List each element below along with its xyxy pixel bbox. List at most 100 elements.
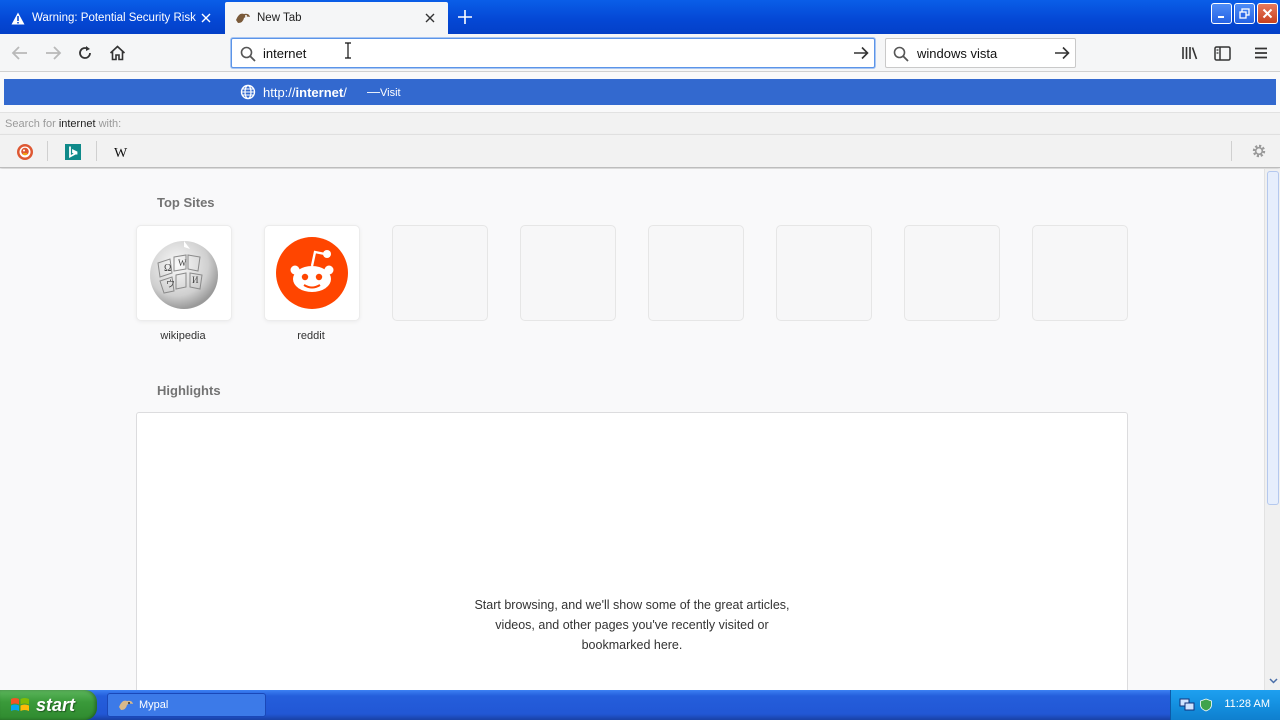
engine-separator: [47, 141, 48, 161]
forward-arrow-icon: [46, 46, 62, 60]
svg-text:Ω: Ω: [164, 263, 171, 274]
search-icon: [893, 46, 909, 65]
top-site-label: reddit: [297, 330, 325, 342]
engine-separator: [1231, 141, 1232, 161]
search-with-label: Search for internet with:: [0, 112, 1280, 134]
windows-logo-icon: [11, 698, 29, 711]
search-term: internet: [58, 118, 96, 130]
system-tray: 11:28 AM: [1170, 690, 1280, 720]
top-site-empty-slot[interactable]: [776, 225, 872, 321]
reload-icon: [79, 46, 91, 59]
tab-strip: Warning: Potential Security Risk A New T…: [0, 0, 1280, 34]
new-tab-button[interactable]: [454, 6, 476, 28]
security-shield-icon[interactable]: [1199, 698, 1213, 712]
one-off-search-engines: W: [0, 134, 1280, 168]
search-input-value[interactable]: windows vista: [917, 46, 997, 61]
top-site-empty-slot[interactable]: [1032, 225, 1128, 321]
highlights-empty-state: Start browsing, and we'll show some of t…: [136, 412, 1128, 690]
search-settings-gear-icon[interactable]: [1250, 142, 1268, 163]
minimize-icon: [1217, 15, 1224, 18]
sidebar-icon: [1213, 45, 1231, 61]
svg-text:W: W: [178, 258, 187, 268]
mypal-icon: [235, 10, 251, 26]
search-go-arrow-icon[interactable]: [1053, 44, 1071, 65]
scroll-down-button[interactable]: [1266, 674, 1280, 688]
go-arrow-icon[interactable]: [852, 44, 870, 65]
home-button[interactable]: [104, 40, 130, 66]
highlights-message: Start browsing, and we'll show some of t…: [137, 595, 1127, 655]
top-site-tile-reddit[interactable]: [264, 225, 360, 321]
back-arrow-icon: [11, 46, 27, 60]
separator-dash: —: [367, 84, 380, 99]
taskbar-clock: 11:28 AM: [1224, 698, 1270, 710]
restore-button[interactable]: [1234, 3, 1255, 24]
search-for-suffix: with:: [98, 118, 122, 130]
tab-title: Warning: Potential Security Risk A: [32, 12, 198, 24]
windows-taskbar: start Mypal 11:28 AM: [0, 690, 1280, 720]
globe-icon: [240, 84, 256, 103]
search-bar[interactable]: windows vista: [885, 38, 1076, 68]
wikipedia-globe-icon: Ω W И ウ: [150, 241, 218, 309]
url-input-value[interactable]: internet: [263, 46, 306, 61]
library-icon: [1182, 47, 1198, 60]
bing-icon[interactable]: [62, 141, 84, 163]
close-icon: [1262, 8, 1273, 19]
vertical-scrollbar[interactable]: [1264, 169, 1280, 690]
plus-icon: [458, 10, 472, 24]
forward-button[interactable]: [40, 40, 66, 66]
highlights-line: bookmarked here.: [581, 638, 683, 652]
minimize-button[interactable]: [1211, 3, 1232, 24]
tab-security-warning[interactable]: Warning: Potential Security Risk A: [0, 2, 224, 34]
close-tab-icon[interactable]: [422, 10, 438, 26]
url-prefix: http://: [263, 85, 296, 100]
top-site-empty-slot[interactable]: [904, 225, 1000, 321]
engine-separator: [96, 141, 97, 161]
warning-icon: [10, 10, 26, 26]
top-site-empty-slot[interactable]: [520, 225, 616, 321]
svg-text:И: И: [192, 275, 199, 285]
autocomplete-url: http://internet/: [263, 85, 347, 100]
tab-title: New Tab: [257, 12, 302, 24]
start-button[interactable]: start: [0, 690, 97, 720]
back-button[interactable]: [7, 40, 33, 66]
home-icon: [109, 45, 125, 61]
restore-icon: [1239, 8, 1250, 19]
close-window-button[interactable]: [1257, 3, 1278, 24]
hamburger-menu-icon: [1255, 47, 1267, 59]
mypal-icon: [118, 698, 134, 712]
tab-new-tab[interactable]: New Tab: [225, 2, 448, 34]
sidebar-button[interactable]: [1209, 40, 1235, 66]
chevron-down-icon: [1268, 678, 1278, 684]
wikipedia-icon[interactable]: W: [112, 141, 134, 163]
svg-text:ウ: ウ: [166, 279, 175, 289]
library-button[interactable]: [1177, 40, 1203, 66]
visit-label: Visit: [380, 87, 401, 99]
reddit-icon: [276, 237, 348, 309]
close-tab-icon[interactable]: [198, 10, 214, 26]
url-term: internet: [295, 85, 344, 100]
taskbar-item-label: Mypal: [139, 699, 169, 711]
start-label: start: [36, 694, 76, 715]
search-icon: [240, 46, 256, 65]
highlights-line: Start browsing, and we'll show some of t…: [474, 598, 790, 612]
top-site-empty-slot[interactable]: [392, 225, 488, 321]
url-suffix: /: [343, 85, 347, 100]
url-bar[interactable]: internet: [231, 38, 875, 68]
duckduckgo-icon[interactable]: [14, 141, 36, 163]
text-cursor-icon: [344, 42, 352, 62]
navigation-toolbar: internet windows vista: [0, 34, 1280, 72]
top-sites-title: Top Sites: [157, 195, 215, 210]
highlights-line: videos, and other pages you've recently …: [495, 618, 769, 632]
top-site-tile-wikipedia[interactable]: Ω W И ウ: [136, 225, 232, 321]
network-icon[interactable]: [1179, 698, 1195, 712]
scrollbar-thumb[interactable]: [1267, 171, 1279, 505]
reload-button[interactable]: [72, 40, 98, 66]
autocomplete-visit-row[interactable]: http://internet/ — Visit: [4, 79, 1276, 105]
menu-button[interactable]: [1248, 40, 1274, 66]
top-site-empty-slot[interactable]: [648, 225, 744, 321]
new-tab-page: Top Sites Ω W И ウ wikipedia reddit Highl…: [0, 169, 1264, 690]
search-for-prefix: Search for: [5, 118, 56, 130]
highlights-title: Highlights: [157, 383, 221, 398]
svg-text:W: W: [114, 146, 128, 159]
taskbar-item-mypal[interactable]: Mypal: [107, 693, 266, 717]
